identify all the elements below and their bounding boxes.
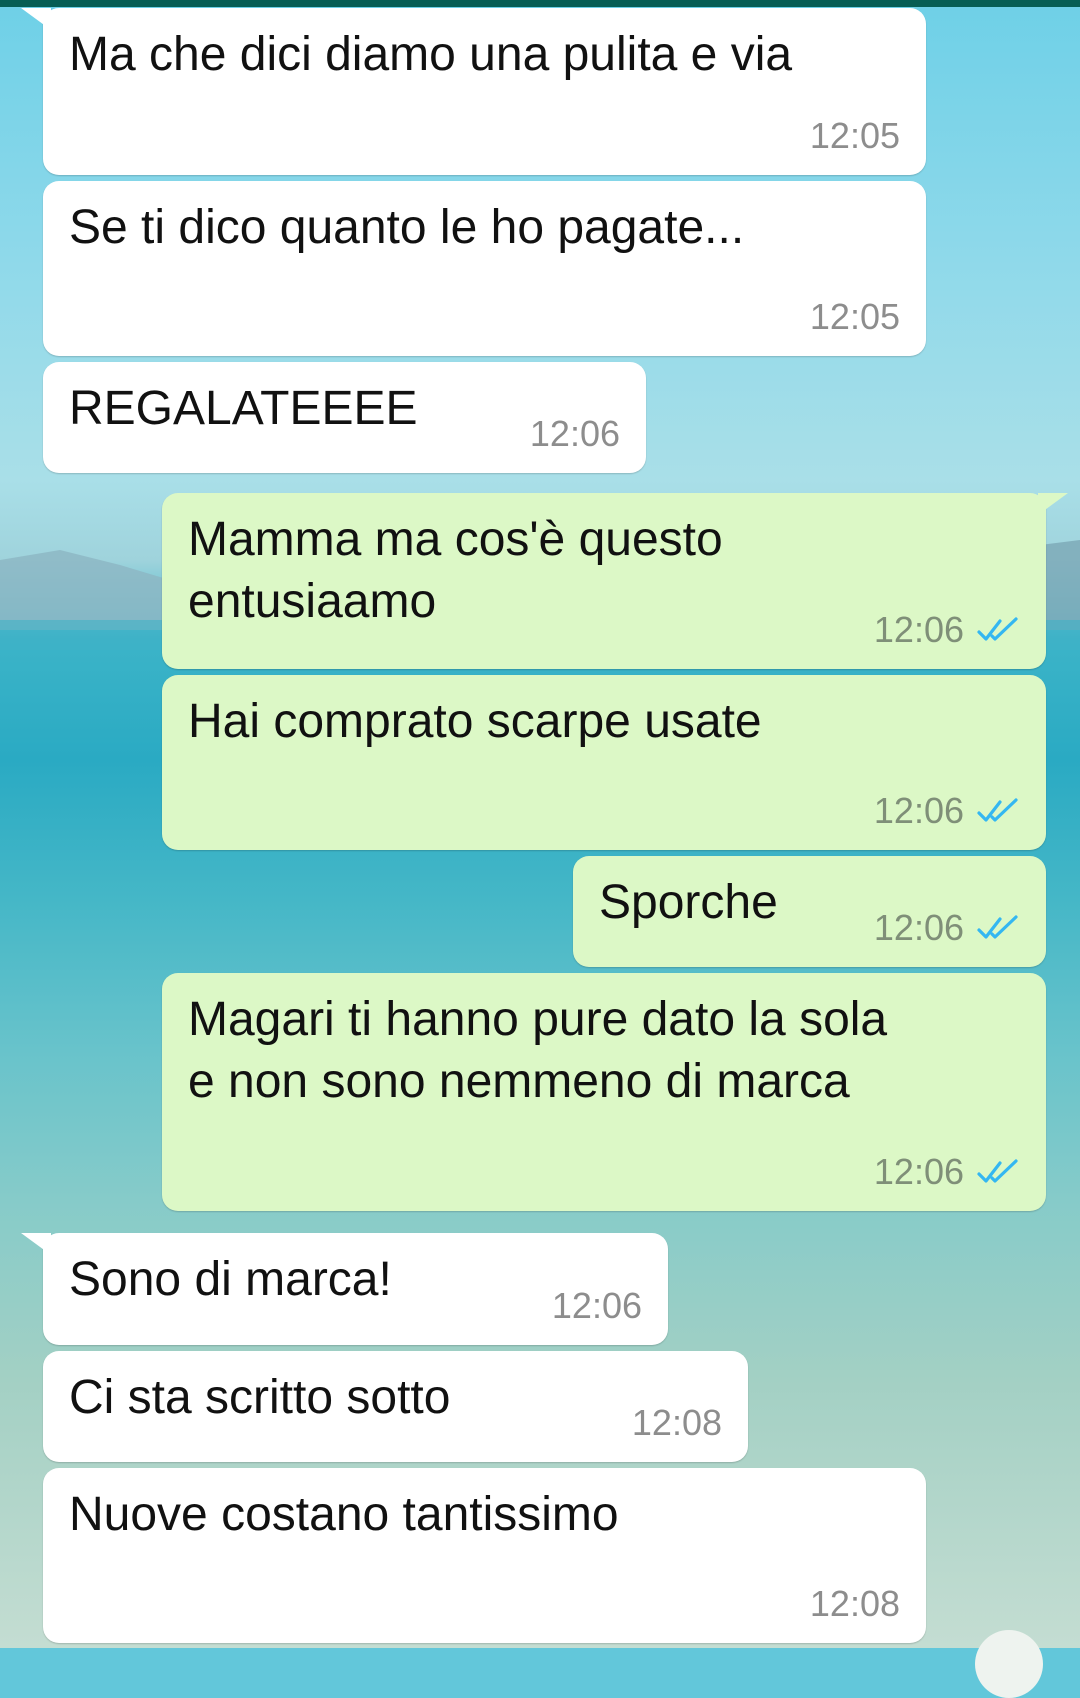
message-text: Ma che dici diamo una pulita e via bbox=[69, 28, 793, 81]
message-text: Magari ti hanno pure dato la sola e non … bbox=[188, 993, 888, 1108]
message-meta: 12:06 bbox=[552, 1285, 642, 1327]
message-time: 12:08 bbox=[631, 1402, 722, 1443]
message-meta: 12:06 bbox=[874, 907, 1020, 949]
double-check-icon bbox=[977, 915, 1018, 939]
message-bubble-incoming[interactable]: REGALATEEEE 12:06 bbox=[43, 362, 646, 473]
message-bubble-incoming[interactable]: Nuove costano tantissimo 12:08 bbox=[43, 1468, 926, 1643]
message-time: 12:05 bbox=[809, 115, 900, 156]
message-meta: 12:06 bbox=[874, 1151, 1020, 1193]
message-bubble-incoming[interactable]: Se ti dico quanto le ho pagate... 12:05 bbox=[43, 181, 926, 356]
app-header-edge bbox=[0, 0, 1080, 7]
message-bubble-incoming[interactable]: Ci sta scritto sotto 12:08 bbox=[43, 1351, 748, 1462]
message-bubble-outgoing[interactable]: Sporche 12:06 bbox=[573, 856, 1046, 967]
message-time: 12:06 bbox=[873, 1151, 964, 1192]
message-meta: 12:06 bbox=[874, 609, 1020, 651]
message-meta: 12:06 bbox=[874, 790, 1020, 832]
message-text: Ci sta scritto sotto bbox=[69, 1371, 451, 1424]
double-check-icon bbox=[977, 798, 1018, 822]
message-time: 12:06 bbox=[551, 1285, 642, 1326]
message-text: Se ti dico quanto le ho pagate... bbox=[69, 201, 745, 254]
message-text: Nuove costano tantissimo bbox=[69, 1488, 619, 1541]
message-bubble-incoming[interactable]: Ma che dici diamo una pulita e via 12:05 bbox=[21, 8, 926, 175]
message-bubble-incoming[interactable]: Sono di marca! 12:06 bbox=[21, 1233, 668, 1345]
message-meta: 12:06 bbox=[530, 413, 620, 455]
message-meta: 12:05 bbox=[810, 296, 900, 338]
message-time: 12:05 bbox=[809, 296, 900, 337]
message-bubble-outgoing[interactable]: Magari ti hanno pure dato la sola e non … bbox=[162, 973, 1046, 1211]
double-check-icon bbox=[977, 617, 1018, 641]
message-meta: 12:08 bbox=[632, 1402, 722, 1444]
message-time: 12:06 bbox=[873, 609, 964, 650]
message-bubble-outgoing[interactable]: Mamma ma cos'è questo entusiaamo 12:06 bbox=[162, 493, 1068, 669]
bubble-tail bbox=[21, 8, 51, 30]
message-time: 12:06 bbox=[873, 907, 964, 948]
message-time: 12:08 bbox=[809, 1583, 900, 1624]
message-meta: 12:08 bbox=[810, 1583, 900, 1625]
message-text: Hai comprato scarpe usate bbox=[188, 695, 762, 748]
message-bubble-outgoing[interactable]: Hai comprato scarpe usate 12:06 bbox=[162, 675, 1046, 850]
message-meta: 12:05 bbox=[810, 115, 900, 157]
message-time: 12:06 bbox=[873, 790, 964, 831]
scroll-down-button[interactable] bbox=[975, 1630, 1043, 1698]
message-time: 12:06 bbox=[529, 413, 620, 454]
double-check-icon bbox=[977, 1159, 1018, 1183]
bubble-tail bbox=[21, 1233, 51, 1255]
bubble-tail bbox=[1038, 493, 1068, 515]
